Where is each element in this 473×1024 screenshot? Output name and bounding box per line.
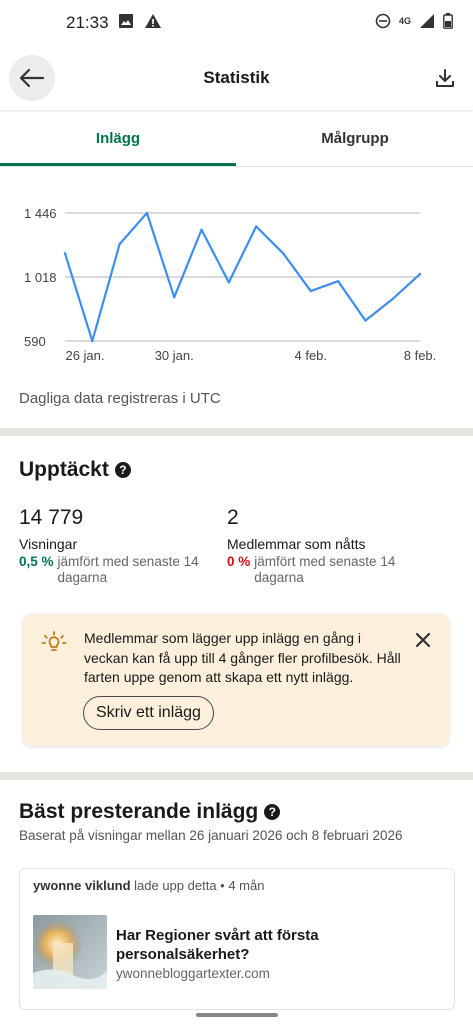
post-thumbnail[interactable] — [33, 915, 107, 989]
status-bar: 21:33 4G — [0, 0, 473, 46]
impressions-label: Visningar — [19, 536, 78, 552]
data-point[interactable] — [336, 279, 340, 283]
help-icon[interactable]: ? — [114, 462, 131, 478]
reached-change-text: jämfört med senaste 14 dagarna — [254, 554, 396, 585]
do-not-disturb-icon — [375, 13, 391, 29]
y-tick-label: 590 — [24, 334, 46, 349]
y-tick-label: 1 018 — [24, 270, 57, 285]
data-point[interactable] — [391, 297, 394, 301]
impressions-metric: 14 779 Visningar 0,5 % jämfört med senas… — [19, 506, 219, 586]
reached-change: 0 % jämfört med senaste 14 dagarna — [227, 554, 427, 586]
impressions-pct: 0,5 % — [19, 554, 54, 569]
data-point[interactable] — [282, 252, 285, 255]
x-tick-label: 8 feb. — [404, 348, 437, 363]
reached-metric: 2 Medlemmar som nåtts 0 % jämfört med se… — [227, 506, 427, 586]
utc-note: Dagliga data registreras i UTC — [19, 390, 221, 407]
gallery-icon — [119, 14, 133, 28]
top-posts-title: Bäst presterande inlägg ? — [19, 800, 281, 824]
post-author-line: ywonne viklund lade upp detta • 4 mån — [33, 878, 264, 893]
data-point[interactable] — [200, 228, 203, 231]
reached-label: Medlemmar som nåtts — [227, 536, 366, 552]
data-point[interactable] — [309, 289, 312, 293]
tab-posts[interactable]: Inlägg — [0, 112, 236, 166]
data-point[interactable] — [173, 295, 176, 299]
data-point[interactable] — [364, 319, 367, 322]
data-point[interactable] — [118, 242, 121, 246]
post-title[interactable]: Har Regioner svårt att första personalsä… — [116, 926, 416, 964]
tip-card: Medlemmar som lägger upp inlägg en gång … — [23, 614, 449, 746]
x-tick-label: 30 jan. — [155, 348, 194, 363]
data-point[interactable] — [145, 211, 149, 215]
write-post-button[interactable]: Skriv ett inlägg — [83, 696, 214, 730]
tip-text: Medlemmar som lägger upp inlägg en gång … — [84, 630, 401, 685]
reached-pct: 0 % — [227, 554, 251, 569]
status-time: 21:33 — [66, 13, 109, 32]
post-author[interactable]: ywonne viklund — [33, 878, 131, 893]
post-source: ywonnebloggartexter.com — [116, 966, 270, 981]
tab-audience[interactable]: Målgrupp — [237, 112, 473, 165]
discovery-title: Upptäckt ? — [19, 458, 131, 482]
data-point[interactable] — [254, 225, 258, 228]
data-point[interactable] — [227, 281, 231, 284]
section-divider — [0, 428, 473, 436]
reached-value: 2 — [227, 506, 239, 529]
network-type: 4G — [398, 16, 411, 26]
section-divider — [0, 772, 473, 780]
battery-icon — [443, 13, 453, 29]
post-card[interactable]: ywonne viklund lade upp detta • 4 mån Ha… — [19, 868, 455, 1010]
download-button[interactable] — [431, 64, 459, 92]
app-bar: Statistik — [0, 46, 473, 110]
lightbulb-icon — [41, 631, 67, 651]
help-icon[interactable]: ? — [264, 804, 281, 820]
data-point[interactable] — [91, 339, 94, 343]
gesture-nav-handle[interactable] — [196, 1013, 278, 1017]
impressions-change: 0,5 % jämfört med senaste 14 dagarna — [19, 554, 219, 586]
discovery-title-text: Upptäckt — [19, 458, 109, 481]
x-tick-label: 4 feb. — [295, 348, 328, 363]
impressions-value: 14 779 — [19, 506, 84, 529]
data-point[interactable] — [63, 252, 67, 255]
page-title: Statistik — [203, 68, 270, 87]
top-posts-subtitle: Baserat på visningar mellan 26 januari 2… — [19, 828, 403, 843]
download-icon — [436, 69, 454, 87]
tab-bar: Inlägg Målgrupp — [0, 112, 473, 167]
post-meta: lade upp detta • 4 mån — [134, 878, 265, 893]
warning-icon — [145, 14, 161, 28]
y-tick-label: 1 446 — [24, 206, 57, 221]
impressions-change-text: jämfört med senaste 14 dagarna — [57, 554, 199, 585]
impressions-line-chart: 1 446 1 018 590 26 jan. 30 jan. 4 feb. 8 feb. — [24, 206, 437, 363]
top-posts-title-text: Bäst presterande inlägg — [19, 800, 259, 823]
signal-icon — [420, 14, 434, 28]
data-point[interactable] — [418, 272, 422, 276]
close-icon[interactable] — [413, 630, 433, 650]
x-tick-label: 26 jan. — [65, 348, 104, 363]
